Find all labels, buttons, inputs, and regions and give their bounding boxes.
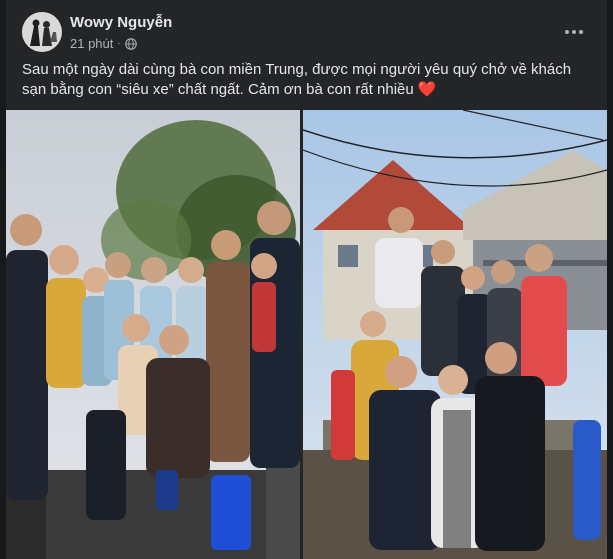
group-photo-image	[6, 110, 300, 559]
group-photo-image	[303, 110, 607, 559]
post-timestamp[interactable]: 21 phút	[70, 36, 113, 51]
heart-emoji-icon: ❤️	[417, 81, 437, 98]
photo-grid	[6, 110, 607, 559]
globe-icon[interactable]	[124, 37, 137, 50]
meta-separator: ·	[117, 38, 121, 49]
post-photo-2[interactable]	[303, 110, 607, 559]
post-header: Wowy Nguyễn 21 phút ·	[22, 12, 592, 56]
post-meta: 21 phút ·	[70, 36, 137, 51]
caption-text: Sau một ngày dài cùng bà con miền Trung,…	[22, 61, 572, 98]
post-caption: Sau một ngày dài cùng bà con miền Trung,…	[22, 60, 592, 100]
author-avatar[interactable]	[22, 12, 62, 52]
post-photo-1[interactable]	[6, 110, 300, 559]
facebook-post-card: Wowy Nguyễn 21 phút · Sau một ngày dài c…	[6, 0, 607, 559]
more-options-icon[interactable]	[558, 18, 590, 46]
author-name[interactable]: Wowy Nguyễn	[70, 14, 172, 31]
avatar-figures-icon	[22, 12, 62, 52]
